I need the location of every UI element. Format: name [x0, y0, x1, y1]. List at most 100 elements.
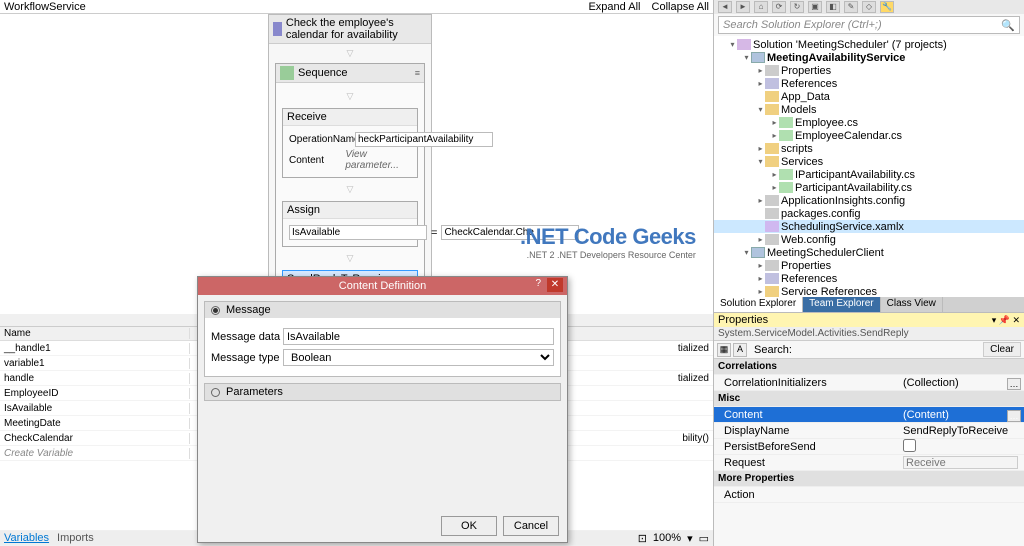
receive-activity[interactable]: Receive OperationName ContentView parame…	[282, 108, 418, 178]
tree-node[interactable]: ▸References	[714, 272, 1024, 285]
prop-category[interactable]: Misc	[714, 391, 1024, 407]
assign-title: Assign	[287, 204, 320, 216]
zoom-value[interactable]: 100%	[653, 532, 681, 544]
activity-icon	[273, 22, 282, 36]
alpha-icon[interactable]: A	[733, 343, 747, 357]
prop-row[interactable]: Action	[714, 487, 1024, 503]
forward-icon[interactable]: ►	[736, 1, 750, 13]
parameters-section-label: Parameters	[226, 386, 283, 398]
content-label: Content	[289, 155, 341, 166]
tree-node[interactable]: ▸scripts	[714, 142, 1024, 155]
collapse-icon[interactable]: ≡	[415, 68, 420, 78]
cancel-button[interactable]: Cancel	[503, 516, 559, 536]
tree-node[interactable]: ▸IParticipantAvailability.cs	[714, 168, 1024, 181]
tree-node[interactable]: ▸Properties	[714, 64, 1024, 77]
sync-icon[interactable]: ⟳	[772, 1, 786, 13]
tree-node[interactable]: ▸EmployeeCalendar.cs	[714, 129, 1024, 142]
prop-row[interactable]: PersistBeforeSend	[714, 439, 1024, 455]
tree-node[interactable]: ▾Models	[714, 103, 1024, 116]
expand-all-link[interactable]: Expand All	[588, 1, 640, 13]
designer-header: WorkflowService Expand All Collapse All	[0, 0, 713, 14]
assign-activity[interactable]: Assign =	[282, 201, 418, 247]
ellipsis-button[interactable]: …	[1007, 410, 1021, 422]
dialog-title: Content Definition	[339, 280, 426, 292]
tab-variables[interactable]: Variables	[4, 532, 49, 544]
zoom-fit-icon[interactable]: ⊡	[638, 532, 647, 545]
solution-search[interactable]: Search Solution Explorer (Ctrl+;) 🔍	[718, 16, 1020, 34]
tab-team-explorer[interactable]: Team Explorer	[803, 297, 880, 312]
properties-object: System.ServiceModel.Activities.SendReply	[714, 327, 1024, 341]
ok-button[interactable]: OK	[441, 516, 497, 536]
clear-button[interactable]: Clear	[983, 342, 1021, 357]
tree-node[interactable]: App_Data	[714, 90, 1024, 103]
op-name-input[interactable]	[355, 132, 493, 147]
parameters-section: Parameters	[204, 383, 561, 401]
prop-row[interactable]: DisplayNameSendReplyToReceive	[714, 423, 1024, 439]
properties-title: Properties ▾ 📌 ✕	[714, 313, 1024, 327]
tree-node[interactable]: ▸Employee.cs	[714, 116, 1024, 129]
properties-icon[interactable]: ✎	[844, 1, 858, 13]
message-radio[interactable]	[211, 306, 220, 315]
tree-node[interactable]: ▸References	[714, 77, 1024, 90]
show-all-icon[interactable]: ◧	[826, 1, 840, 13]
assign-to-input[interactable]	[289, 225, 427, 240]
prop-row[interactable]: CorrelationInitializers(Collection)…	[714, 375, 1024, 391]
var-col-name[interactable]: Name	[0, 328, 190, 339]
receive-title: Receive	[287, 111, 327, 123]
persist-checkbox[interactable]	[903, 439, 916, 452]
tree-node[interactable]: ▸Properties	[714, 259, 1024, 272]
wrench-icon[interactable]: 🔧	[880, 1, 894, 13]
solution-tree[interactable]: ▾Solution 'MeetingScheduler' (7 projects…	[714, 36, 1024, 297]
prop-row[interactable]: RequestReceive	[714, 455, 1024, 471]
workflow-designer[interactable]: Check the employee's calendar for availa…	[0, 14, 713, 314]
tab-solution-explorer[interactable]: Solution Explorer	[714, 297, 803, 312]
prop-category[interactable]: More Properties	[714, 471, 1024, 487]
tree-node[interactable]: ▸ParticipantAvailability.cs	[714, 181, 1024, 194]
dialog-titlebar[interactable]: Content Definition ? ✕	[198, 277, 567, 295]
activity-title: Check the employee's calendar for availa…	[286, 17, 427, 41]
search-icon[interactable]: 🔍	[1001, 19, 1015, 32]
project-node[interactable]: ▾MeetingAvailabilityService	[714, 51, 1024, 64]
tree-node[interactable]: ▾Services	[714, 155, 1024, 168]
refresh-icon[interactable]: ↻	[790, 1, 804, 13]
watermark-title: .NET Code Geeks	[520, 224, 696, 250]
message-section: Message Message data Message typeBoolean	[204, 301, 561, 377]
tab-class-view[interactable]: Class View	[881, 297, 943, 312]
msg-data-input[interactable]	[283, 328, 554, 345]
preview-icon[interactable]: ◇	[862, 1, 876, 13]
help-icon[interactable]: ?	[535, 278, 541, 289]
home-icon[interactable]: ⌂	[754, 1, 768, 13]
zoom-dropdown-icon[interactable]: ▾	[687, 532, 693, 545]
parameters-radio[interactable]	[211, 388, 220, 397]
view-parameter-link[interactable]: View parameter...	[345, 149, 411, 171]
collapse-all-link[interactable]: Collapse All	[652, 1, 709, 13]
tab-imports[interactable]: Imports	[57, 532, 94, 544]
msg-type-select[interactable]: Boolean	[283, 349, 554, 366]
tree-node[interactable]: ▸ApplicationInsights.config	[714, 194, 1024, 207]
categorized-icon[interactable]: ▦	[717, 343, 731, 357]
content-definition-dialog: Content Definition ? ✕ Message Message d…	[197, 276, 568, 543]
pin-icon[interactable]: ▾ 📌 ✕	[992, 315, 1020, 326]
msg-type-label: Message type	[211, 352, 283, 364]
overview-icon[interactable]: ▭	[699, 532, 709, 545]
project-node[interactable]: ▾MeetingSchedulerClient	[714, 246, 1024, 259]
workflow-title: WorkflowService	[4, 1, 580, 13]
message-section-label: Message	[226, 304, 271, 316]
right-pane: ◄ ► ⌂ ⟳ ↻ ▣ ◧ ✎ ◇ 🔧 Search Solution Expl…	[713, 0, 1024, 546]
collapse-all-icon[interactable]: ▣	[808, 1, 822, 13]
tree-node[interactable]: ▸Web.config	[714, 233, 1024, 246]
sequence-label: Sequence	[298, 67, 348, 79]
drop-arrow: ▽	[269, 44, 431, 63]
prop-row-selected[interactable]: Content(Content)…	[714, 407, 1024, 423]
tree-node[interactable]: packages.config	[714, 207, 1024, 220]
prop-category[interactable]: Correlations	[714, 359, 1024, 375]
watermark-subtitle: .NET 2 .NET Developers Resource Center	[520, 250, 696, 260]
ellipsis-button[interactable]: …	[1007, 378, 1021, 390]
tree-node-selected[interactable]: SchedulingService.xamlx	[714, 220, 1024, 233]
properties-panel: Properties ▾ 📌 ✕ System.ServiceModel.Act…	[714, 312, 1024, 546]
back-icon[interactable]: ◄	[718, 1, 732, 13]
tree-node[interactable]: ▸Service References	[714, 285, 1024, 297]
solution-node[interactable]: ▾Solution 'MeetingScheduler' (7 projects…	[714, 38, 1024, 51]
watermark: .NET Code Geeks .NET 2 .NET Developers R…	[520, 224, 696, 260]
close-icon[interactable]: ✕	[547, 278, 563, 292]
